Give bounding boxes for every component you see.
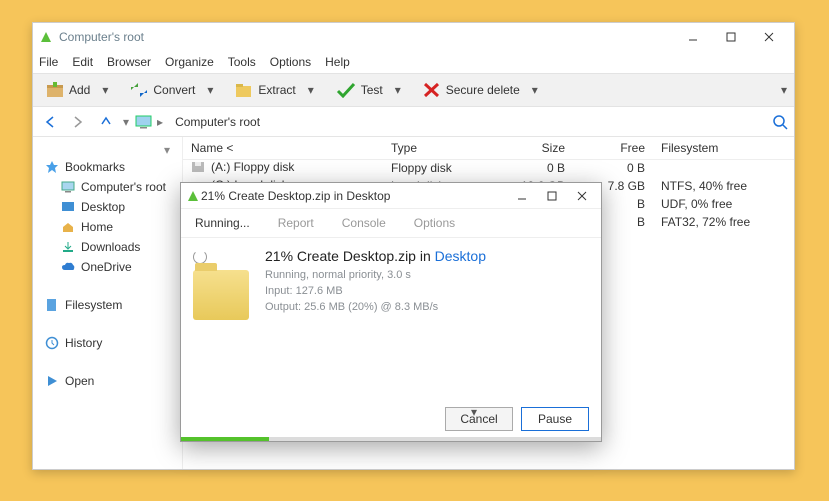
titlebar: Computer's root bbox=[33, 23, 794, 51]
minimize-button[interactable] bbox=[674, 23, 712, 51]
star-icon bbox=[45, 160, 59, 174]
cloud-icon bbox=[61, 261, 75, 273]
x-icon bbox=[423, 82, 441, 98]
tab-report[interactable]: Report bbox=[264, 209, 328, 237]
toolbar-test[interactable]: Test bbox=[329, 77, 390, 103]
toolbar-extract[interactable]: Extract bbox=[228, 77, 302, 103]
desktop-icon bbox=[61, 201, 75, 213]
progress-fill bbox=[181, 437, 269, 441]
toolbar-secure-delete-dropdown[interactable]: ▾ bbox=[531, 83, 539, 97]
close-button[interactable] bbox=[750, 23, 788, 51]
cancel-button[interactable]: Cancel bbox=[445, 407, 513, 431]
sidebar: ▾ Bookmarks Computer's root Desktop Home… bbox=[33, 137, 183, 469]
home-icon bbox=[61, 221, 75, 233]
sidebar-open[interactable]: Open bbox=[37, 371, 178, 391]
sidebar-home[interactable]: Home bbox=[37, 217, 178, 237]
filesystem-icon bbox=[45, 298, 59, 312]
sidebar-desktop[interactable]: Desktop bbox=[37, 197, 178, 217]
col-type[interactable]: Type bbox=[383, 137, 493, 159]
pause-button[interactable]: Pause bbox=[521, 407, 589, 431]
toolbar-add-dropdown[interactable]: ▾ bbox=[101, 83, 109, 97]
dialog-title: 21% Create Desktop.zip in Desktop bbox=[201, 189, 390, 203]
dialog-titlebar: 21% Create Desktop.zip in Desktop bbox=[181, 183, 601, 209]
breadcrumb[interactable]: Computer's root bbox=[169, 115, 766, 129]
floppy-icon bbox=[191, 161, 205, 173]
progress-heading: 21% Create Desktop.zip in Desktop bbox=[265, 248, 486, 264]
monitor-icon bbox=[135, 115, 153, 129]
tab-running[interactable]: Running... bbox=[181, 209, 264, 237]
table-row[interactable]: (A:) Floppy disk Floppy disk 0 B 0 B bbox=[183, 159, 794, 177]
menu-file[interactable]: File bbox=[39, 55, 58, 69]
tab-console[interactable]: Console bbox=[328, 209, 400, 237]
nav-forward[interactable] bbox=[67, 111, 89, 133]
output-line: Output: 25.6 MB (20%) @ 8.3 MB/s bbox=[265, 299, 486, 315]
nav-up[interactable] bbox=[95, 111, 117, 133]
sidebar-downloads[interactable]: Downloads bbox=[37, 237, 178, 257]
toolbar-convert[interactable]: Convert bbox=[123, 77, 202, 103]
dialog-minimize[interactable] bbox=[507, 184, 537, 208]
dialog-close[interactable] bbox=[567, 184, 597, 208]
window-title: Computer's root bbox=[59, 30, 144, 44]
toolbar-extract-dropdown[interactable]: ▾ bbox=[307, 83, 315, 97]
menu-tools[interactable]: Tools bbox=[228, 55, 256, 69]
folder-icon bbox=[193, 270, 249, 320]
sidebar-computers-root[interactable]: Computer's root bbox=[37, 177, 178, 197]
sidebar-onedrive[interactable]: OneDrive bbox=[37, 257, 178, 277]
toolbar-overflow[interactable]: ▾ bbox=[780, 83, 788, 97]
col-size[interactable]: Size bbox=[493, 137, 573, 159]
progress-dialog: 21% Create Desktop.zip in Desktop Runnin… bbox=[180, 182, 602, 442]
toolbar-secure-delete[interactable]: Secure delete bbox=[416, 77, 527, 103]
maximize-button[interactable] bbox=[712, 23, 750, 51]
col-free[interactable]: Free bbox=[573, 137, 653, 159]
dialog-tabs: Running... Report Console Options bbox=[181, 209, 601, 238]
dialog-maximize[interactable] bbox=[537, 184, 567, 208]
progress-bar bbox=[181, 437, 601, 441]
clock-icon bbox=[45, 336, 59, 350]
folder-icon bbox=[235, 82, 253, 98]
chevron-down-icon[interactable]: ▾ bbox=[471, 405, 477, 419]
menu-organize[interactable]: Organize bbox=[165, 55, 214, 69]
input-line: Input: 127.6 MB bbox=[265, 283, 486, 299]
sidebar-history[interactable]: History bbox=[37, 333, 178, 353]
menu-edit[interactable]: Edit bbox=[72, 55, 93, 69]
toolbar-add[interactable]: Add bbox=[39, 77, 97, 103]
convert-icon bbox=[130, 82, 148, 98]
search-icon[interactable] bbox=[772, 114, 788, 130]
address-bar: ▾ ▸ Computer's root bbox=[33, 107, 794, 137]
box-icon bbox=[46, 82, 64, 98]
nav-back[interactable] bbox=[39, 111, 61, 133]
sidebar-filesystem[interactable]: Filesystem bbox=[37, 295, 178, 315]
menu-help[interactable]: Help bbox=[325, 55, 350, 69]
app-icon bbox=[185, 190, 201, 202]
tab-options[interactable]: Options bbox=[400, 209, 469, 237]
toolbar: Add ▾ Convert ▾ Extract ▾ Test ▾ Secure … bbox=[33, 73, 794, 107]
sidebar-bookmarks[interactable]: Bookmarks bbox=[37, 157, 178, 177]
app-icon bbox=[39, 30, 53, 44]
spinner-icon bbox=[193, 250, 207, 264]
play-icon bbox=[45, 374, 59, 388]
toolbar-convert-dropdown[interactable]: ▾ bbox=[206, 83, 214, 97]
menubar: File Edit Browser Organize Tools Options… bbox=[33, 51, 794, 73]
toolbar-test-dropdown[interactable]: ▾ bbox=[394, 83, 402, 97]
col-filesystem[interactable]: Filesystem bbox=[653, 137, 794, 159]
download-icon bbox=[61, 241, 75, 253]
menu-options[interactable]: Options bbox=[270, 55, 311, 69]
destination-link[interactable]: Desktop bbox=[435, 248, 486, 264]
menu-browser[interactable]: Browser bbox=[107, 55, 151, 69]
col-name[interactable]: Name < bbox=[183, 137, 383, 159]
monitor-icon bbox=[61, 181, 75, 193]
status-line: Running, normal priority, 3.0 s bbox=[265, 267, 486, 283]
check-icon bbox=[336, 82, 356, 98]
